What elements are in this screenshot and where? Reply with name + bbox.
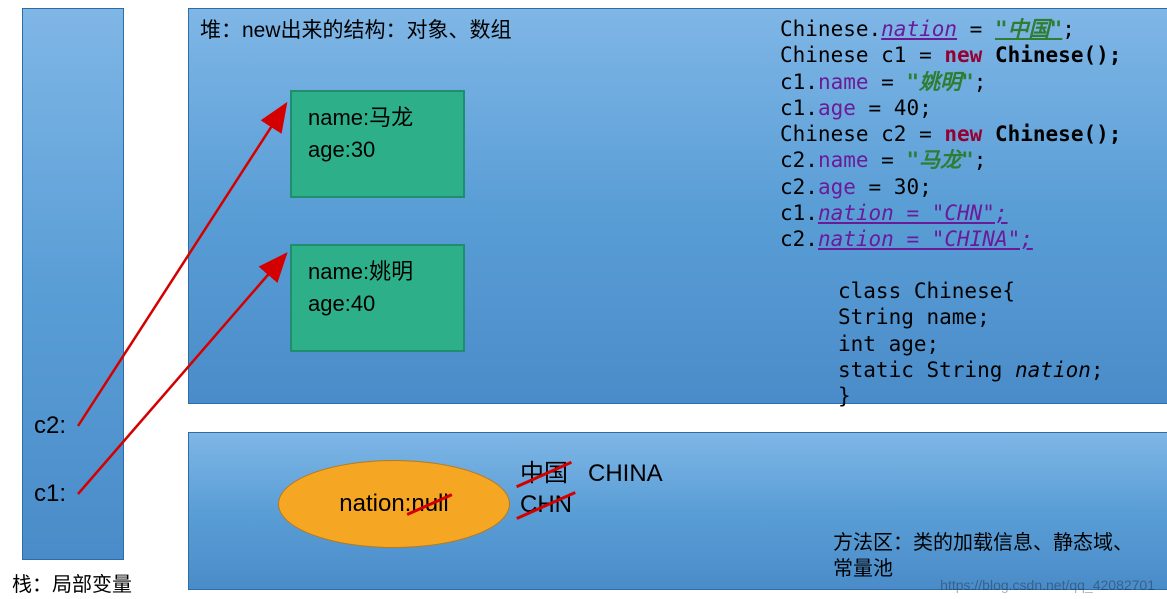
nation-val-chn: CHN bbox=[520, 489, 572, 520]
nation-val-zhongguo: 中国 bbox=[520, 458, 568, 489]
watermark: https://blog.csdn.net/qq_42082701 bbox=[940, 577, 1155, 593]
diagram-stage: c2: c1: 栈：局部变量 堆：new出来的结构：对象、数组 name:马龙 … bbox=[0, 0, 1167, 599]
obj1-name: name:马龙 bbox=[308, 102, 447, 134]
nation-val-china: CHINA bbox=[588, 458, 663, 489]
code-block: Chinese.nation = "中国"; Chinese c1 = new … bbox=[780, 16, 1121, 252]
obj1-age: age:30 bbox=[308, 134, 447, 166]
nation-label: nation: bbox=[339, 490, 411, 517]
obj2-name: name:姚明 bbox=[308, 256, 447, 288]
heap-title: 堆：new出来的结构：对象、数组 bbox=[200, 14, 512, 44]
method-area-caption: 方法区：类的加载信息、静态域、常量池 bbox=[833, 530, 1143, 582]
heap-object-2: name:姚明 age:40 bbox=[290, 244, 465, 352]
class-definition: class Chinese{ String name; int age; sta… bbox=[838, 278, 1104, 409]
stack-panel bbox=[22, 8, 124, 560]
stack-var-c2: c2: bbox=[34, 412, 66, 440]
stack-var-c1: c1: bbox=[34, 480, 66, 508]
nation-null: null bbox=[411, 490, 448, 518]
obj2-age: age:40 bbox=[308, 288, 447, 320]
nation-ellipse: nation:null bbox=[278, 460, 510, 548]
nation-values: 中国 CHINA CHN bbox=[520, 458, 663, 520]
stack-caption: 栈：局部变量 bbox=[12, 568, 132, 597]
heap-object-1: name:马龙 age:30 bbox=[290, 90, 465, 198]
